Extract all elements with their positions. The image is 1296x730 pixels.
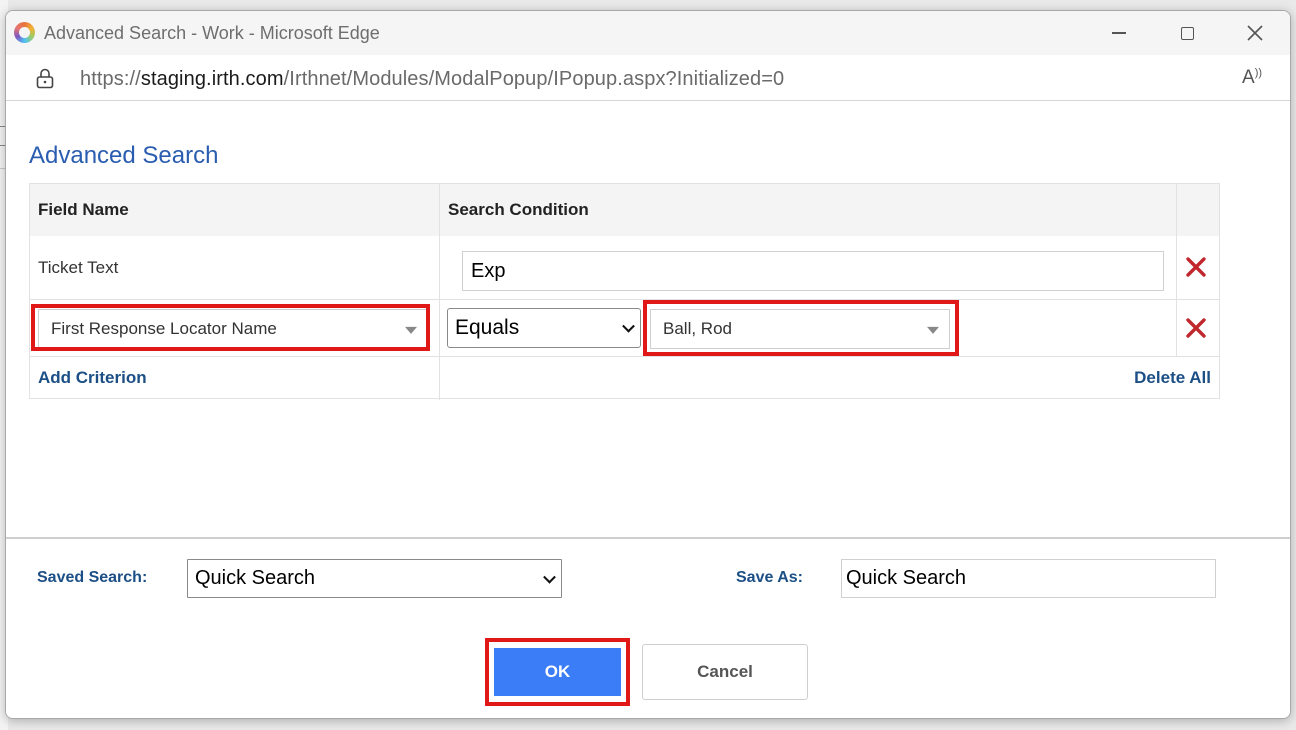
dialog-footer: Saved Search: Quick Search Save As: OK C… — [6, 537, 1290, 718]
column-divider — [1176, 184, 1177, 356]
operator-select[interactable]: Equals — [447, 308, 641, 348]
operator-select-value: Equals — [455, 316, 520, 339]
browser-popup-window: Advanced Search - Work - Microsoft Edge … — [5, 10, 1291, 719]
close-window-button[interactable] — [1232, 17, 1278, 49]
row-divider — [30, 356, 1219, 357]
address-bar: https://staging.irth.com/Irthnet/Modules… — [6, 55, 1290, 101]
advanced-search-dialog: Advanced Search Field Name Search Condit… — [6, 102, 1290, 718]
cancel-button[interactable]: Cancel — [642, 644, 808, 700]
delete-all-link[interactable]: Delete All — [1134, 368, 1211, 388]
ok-button[interactable]: OK — [491, 645, 624, 699]
column-divider — [439, 184, 440, 400]
row-divider — [30, 299, 1219, 300]
edge-app-icon — [14, 22, 35, 43]
maximize-button[interactable] — [1164, 17, 1210, 49]
highlight-box — [31, 304, 430, 351]
page-title: Advanced Search — [29, 142, 219, 169]
criteria-table: Field Name Search Condition Ticket Text … — [29, 183, 1220, 400]
url-host: staging.irth.com — [140, 68, 284, 90]
window-title: Advanced Search - Work - Microsoft Edge — [44, 23, 380, 43]
saved-search-select-value: Quick Search — [195, 567, 316, 589]
url-text[interactable]: https://staging.irth.com/Irthnet/Modules… — [80, 68, 784, 91]
url-path: /Irthnet/Modules/ModalPopup/IPopup.aspx?… — [283, 68, 785, 90]
delete-icon[interactable] — [1185, 317, 1207, 339]
chevron-down-icon — [543, 570, 556, 584]
field-label-ticket-text: Ticket Text — [38, 258, 119, 277]
save-as-input[interactable] — [841, 559, 1216, 598]
column-header-field-name: Field Name — [38, 200, 129, 219]
close-icon — [1247, 25, 1263, 41]
table-header — [30, 184, 1219, 236]
url-prefix: https:// — [80, 68, 141, 90]
title-bar: Advanced Search - Work - Microsoft Edge — [6, 11, 1290, 55]
minimize-icon — [1112, 32, 1126, 34]
chevron-down-icon — [622, 319, 635, 333]
read-aloud-icon[interactable]: A)) — [1242, 67, 1262, 89]
ticket-text-input[interactable] — [462, 251, 1164, 291]
minimize-button[interactable] — [1096, 17, 1142, 49]
lock-icon — [36, 68, 54, 89]
column-header-search-condition: Search Condition — [448, 200, 589, 219]
maximize-icon — [1180, 26, 1194, 40]
save-as-label: Save As: — [736, 569, 803, 586]
saved-search-label: Saved Search: — [37, 569, 148, 586]
add-criterion-link[interactable]: Add Criterion — [38, 368, 147, 388]
saved-search-select[interactable]: Quick Search — [187, 559, 562, 598]
delete-icon[interactable] — [1185, 256, 1207, 278]
highlight-box — [643, 300, 959, 356]
